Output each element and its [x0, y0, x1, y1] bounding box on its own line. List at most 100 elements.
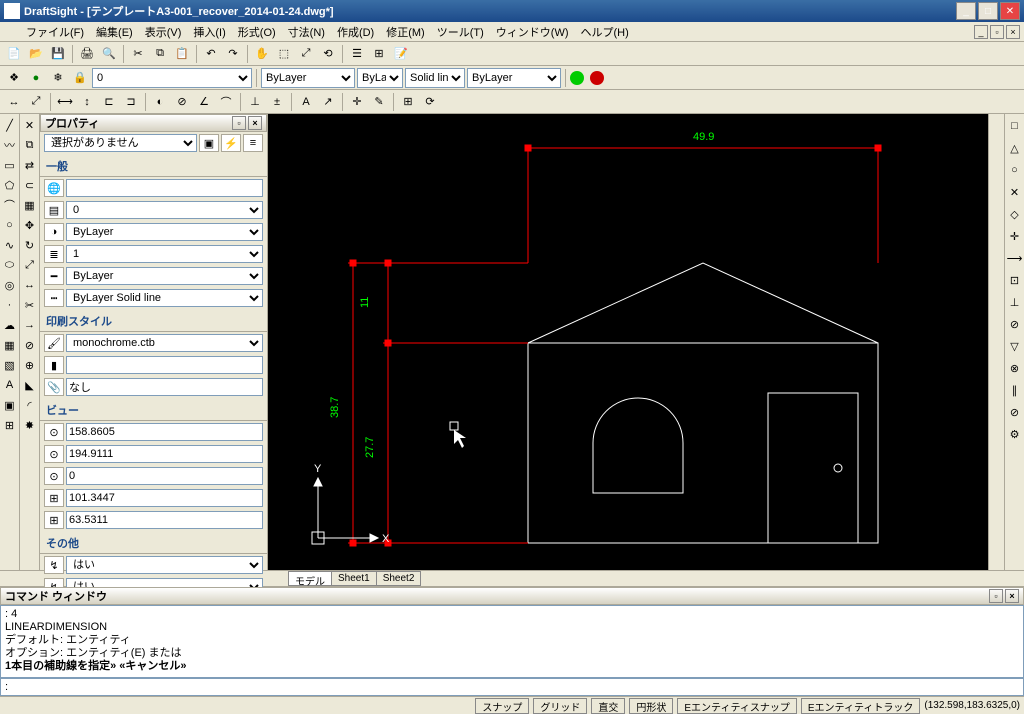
stretch-icon[interactable]: ↔ [21, 276, 39, 294]
snap-app-icon[interactable]: ⊗ [1005, 358, 1024, 378]
dim-aligned-icon[interactable]: ⤢ [26, 92, 46, 112]
style-icon[interactable]: ⊞ [398, 92, 418, 112]
snap-int-icon[interactable]: ✛ [1005, 226, 1024, 246]
snap-ins-icon[interactable]: ⊡ [1005, 270, 1024, 290]
cut-icon[interactable]: ✂ [128, 44, 148, 64]
paste-icon[interactable]: 📋 [172, 44, 192, 64]
table-icon[interactable]: ⊞ [1, 416, 19, 434]
layer-mgr-icon[interactable]: ❖ [4, 68, 24, 88]
status-ortho[interactable]: 直交 [591, 698, 625, 714]
maximize-button[interactable]: □ [978, 2, 998, 20]
erase-icon[interactable]: ✕ [21, 116, 39, 134]
extend-icon[interactable]: → [21, 316, 39, 334]
snap-perp-icon[interactable]: ⊥ [1005, 292, 1024, 312]
open-icon[interactable]: 📂 [26, 44, 46, 64]
circle-icon[interactable]: ○ [1, 216, 19, 234]
lineweight-select[interactable]: ByLayer [357, 68, 403, 88]
tab-sheet2[interactable]: Sheet2 [376, 571, 422, 586]
scale-icon[interactable]: ⤢ [21, 256, 39, 274]
status-esnap[interactable]: Eエンティティスナップ [677, 698, 796, 714]
menu-edit[interactable]: 編集(E) [90, 22, 139, 42]
prop-scale[interactable]: 1 [66, 245, 263, 263]
ring-icon[interactable]: ◎ [1, 276, 19, 294]
prop-vx[interactable] [66, 423, 263, 441]
menu-dim[interactable]: 寸法(N) [282, 22, 331, 42]
snap-end-icon[interactable]: □ [1005, 116, 1024, 136]
close-button[interactable]: ✕ [1000, 2, 1020, 20]
snap-set-icon[interactable]: ⚙ [1005, 424, 1024, 444]
snap-tan-icon[interactable]: ⊘ [1005, 314, 1024, 334]
prop-icon[interactable]: ☰ [347, 44, 367, 64]
menu-window[interactable]: ウィンドウ(W) [490, 22, 575, 42]
filter-icon[interactable]: ≡ [243, 134, 263, 152]
dim-linear-icon[interactable]: ↔ [4, 92, 24, 112]
prop-vz[interactable] [66, 467, 263, 485]
prop-vh[interactable] [66, 489, 263, 507]
dim-dia-icon[interactable]: ⊘ [172, 92, 192, 112]
polyline-icon[interactable]: 〰 [1, 136, 19, 154]
spline-icon[interactable]: ∿ [1, 236, 19, 254]
dim-cont-icon[interactable]: ⊐ [121, 92, 141, 112]
snap-quad-icon[interactable]: ◇ [1005, 204, 1024, 224]
prop-vy[interactable] [66, 445, 263, 463]
status-etrack[interactable]: Eエンティティトラック [801, 698, 920, 714]
snap-ext-icon[interactable]: ⟶ [1005, 248, 1024, 268]
save-icon[interactable]: 💾 [48, 44, 68, 64]
status-snap[interactable]: スナップ [475, 698, 529, 714]
pick-icon[interactable]: ▣ [199, 134, 219, 152]
menu-format[interactable]: 形式(O) [232, 22, 282, 42]
tab-model[interactable]: モデル [288, 571, 332, 586]
prop-blank[interactable] [66, 179, 263, 197]
array-icon[interactable]: ▦ [21, 196, 39, 214]
line-icon[interactable]: ╱ [1, 116, 19, 134]
minimize-button[interactable]: _ [956, 2, 976, 20]
drawing-canvas[interactable]: 49.9 11 38.7 27.7 X Y [268, 114, 988, 570]
prop-lstyle[interactable]: ByLayer Solid line [66, 289, 263, 307]
prop-ltype[interactable]: ByLayer [66, 267, 263, 285]
rect-icon[interactable]: ▭ [1, 156, 19, 174]
status-grid[interactable]: グリッド [533, 698, 587, 714]
menu-tools[interactable]: ツール(T) [431, 22, 490, 42]
panel-close-icon[interactable]: × [248, 116, 262, 130]
hatch-icon[interactable]: ▦ [1, 336, 19, 354]
zoomprev-icon[interactable]: ⟲ [318, 44, 338, 64]
explorer-icon[interactable]: ⊞ [369, 44, 389, 64]
color-select[interactable]: ByLayer [261, 68, 355, 88]
selection-filter[interactable]: 選択がありません [44, 134, 197, 152]
center-icon[interactable]: ✛ [347, 92, 367, 112]
snap-par-icon[interactable]: ∥ [1005, 380, 1024, 400]
ellipse-icon[interactable]: ⬭ [1, 256, 19, 274]
arc-icon[interactable]: ⌒ [1, 196, 19, 214]
trim-icon[interactable]: ✂ [21, 296, 39, 314]
polygon-icon[interactable]: ⬠ [1, 176, 19, 194]
undo-icon[interactable]: ↶ [201, 44, 221, 64]
move-icon[interactable]: ✥ [21, 216, 39, 234]
copy2-icon[interactable]: ⧉ [21, 136, 39, 154]
chamfer-icon[interactable]: ◣ [21, 376, 39, 394]
copy-icon[interactable]: ⧉ [150, 44, 170, 64]
prop-vw[interactable] [66, 511, 263, 529]
snap-near-icon[interactable]: ▽ [1005, 336, 1024, 356]
cmd-close-icon[interactable]: × [1005, 589, 1019, 603]
dim-arc-icon[interactable]: ⌒ [216, 92, 236, 112]
snap-cen-icon[interactable]: ○ [1005, 160, 1024, 180]
scrollbar-vertical[interactable] [988, 114, 1004, 570]
mirror-icon[interactable]: ⇄ [21, 156, 39, 174]
status-polar[interactable]: 円形状 [629, 698, 673, 714]
note-icon[interactable]: 📝 [391, 44, 411, 64]
scrollbar-horizontal[interactable] [420, 571, 1024, 586]
preview-icon[interactable]: 🔍 [99, 44, 119, 64]
menu-view[interactable]: 表示(V) [139, 22, 188, 42]
explode-icon[interactable]: ✸ [21, 416, 39, 434]
redo-icon[interactable]: ↷ [223, 44, 243, 64]
command-input[interactable] [0, 678, 1024, 696]
fillet-icon[interactable]: ◜ [21, 396, 39, 414]
dim-v-icon[interactable]: ↕ [77, 92, 97, 112]
snap-node-icon[interactable]: ✕ [1005, 182, 1024, 202]
linetype-select[interactable]: ByLayer [467, 68, 561, 88]
mdi-min-button[interactable]: _ [974, 25, 988, 39]
prop-layer[interactable]: 0 [66, 201, 263, 219]
print-icon[interactable]: 🖨 [77, 44, 97, 64]
dim-h-icon[interactable]: ⟷ [55, 92, 75, 112]
pan-icon[interactable]: ✋ [252, 44, 272, 64]
